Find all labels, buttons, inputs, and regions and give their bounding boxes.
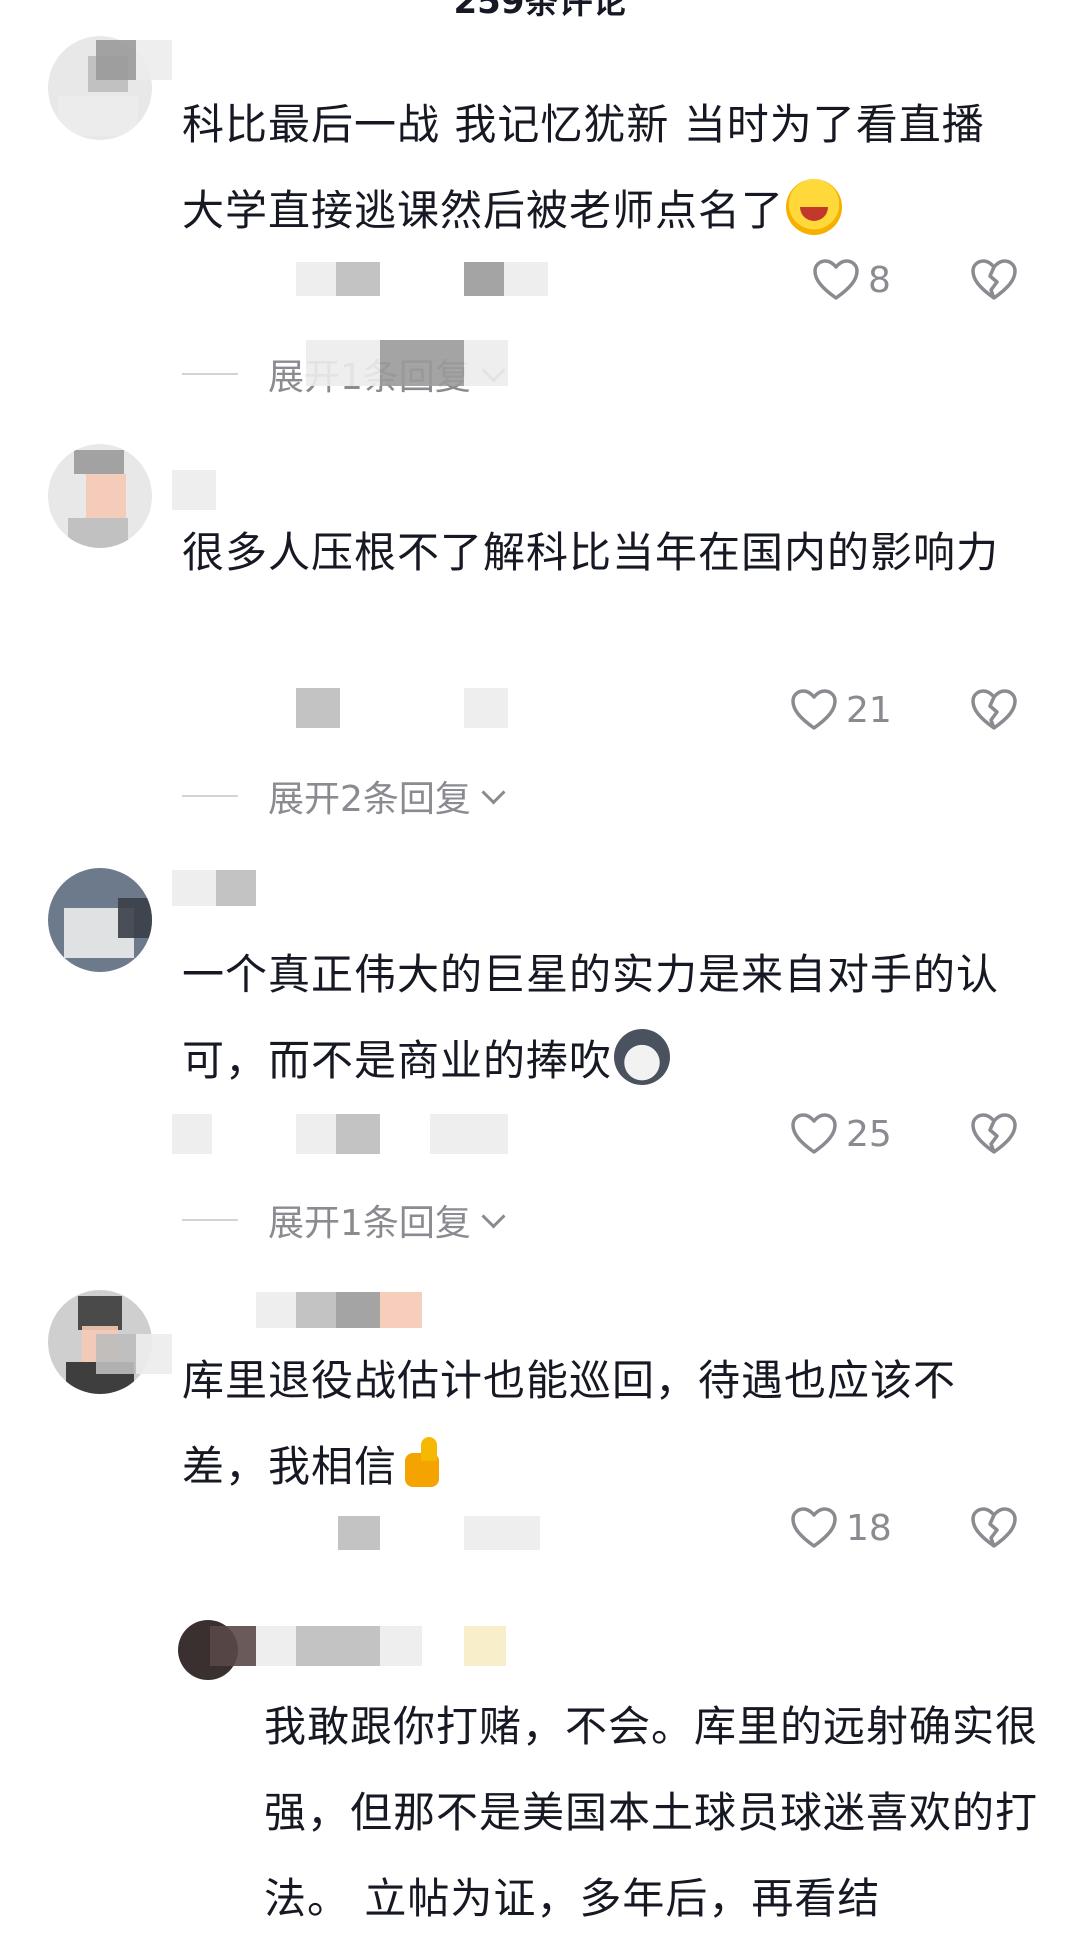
like-button[interactable]: 21 [790, 688, 892, 732]
expand-replies-button[interactable]: 展开1条回复 [182, 1194, 506, 1246]
comment-item: 库里退役战估计也能巡回，待遇也应该不差，我相信 18 我敢跟你打赌，不会。库里的… [0, 1270, 1080, 1936]
expand-label: 展开2条回复 [268, 779, 471, 820]
divider-line [182, 1219, 238, 1221]
expand-label-redacted [380, 340, 464, 386]
timestamp-redacted [336, 262, 380, 296]
comment-item: 一个真正伟大的巨星的实力是来自对手的认可，而不是商业的捧吹 25 展开1条回复 [0, 850, 1080, 1250]
reply-button-redacted[interactable] [464, 688, 508, 728]
like-count: 18 [846, 1507, 892, 1549]
comment-text: 科比最后一战 我记忆犹新 当时为了看直播大学直接逃课然后被老师点名了 [182, 100, 985, 235]
like-count: 25 [846, 1113, 892, 1155]
reply-button-redacted[interactable] [464, 1516, 540, 1550]
comment-item: 科比最后一战 我记忆犹新 当时为了看直播大学直接逃课然后被老师点名了 8 展开1… [0, 0, 1080, 400]
broken-heart-icon[interactable] [970, 1506, 1018, 1550]
expand-replies-button[interactable]: 展开2条回复 [182, 770, 506, 822]
husky-emoji [614, 1029, 671, 1085]
reply-text: 我敢跟你打赌，不会。库里的远射确实很强，但那不是美国本土球员球迷喜欢的打法。 立… [264, 1702, 1039, 1923]
broken-heart-icon[interactable] [970, 688, 1018, 732]
broken-heart-icon[interactable] [970, 258, 1018, 302]
username-redacted [96, 1334, 136, 1374]
heart-outline-icon [813, 259, 859, 300]
chevron-down-icon [481, 779, 506, 805]
username-redacted [172, 870, 216, 906]
heart-outline-icon [791, 689, 837, 730]
username-redacted [96, 40, 136, 80]
reply-button-redacted[interactable] [464, 262, 504, 296]
comment-text: 库里退役战估计也能巡回，待遇也应该不差，我相信 [182, 1356, 957, 1491]
reply-button-redacted[interactable] [430, 1114, 508, 1154]
badge-redacted [380, 1292, 422, 1328]
like-button[interactable]: 25 [790, 1112, 892, 1156]
reply-badge-redacted [464, 1626, 506, 1666]
expand-label: 展开1条回复 [268, 1203, 471, 1244]
thumbs-up-emoji [399, 1435, 455, 1491]
username-redacted [216, 870, 256, 906]
username-redacted [336, 1292, 380, 1328]
expand-label-redacted [464, 340, 508, 386]
reply-username-redacted [256, 1626, 296, 1666]
timestamp-redacted [338, 1516, 380, 1550]
reply-username-redacted [380, 1626, 422, 1666]
avatar[interactable] [48, 868, 152, 972]
like-count: 21 [846, 689, 892, 731]
expand-label-redacted [306, 340, 380, 386]
username-redacted [172, 470, 216, 510]
comment-text: 很多人压根不了解科比当年在国内的影响力 [182, 528, 1000, 577]
like-button[interactable]: 18 [790, 1506, 892, 1550]
username-redacted [256, 1292, 296, 1328]
comment-text: 一个真正伟大的巨星的实力是来自对手的认可，而不是商业的捧吹 [182, 950, 1000, 1085]
timestamp-redacted [296, 688, 340, 728]
heart-outline-icon [791, 1113, 837, 1154]
reply-button-redacted[interactable] [504, 262, 548, 296]
laughing-tears-emoji [786, 179, 843, 235]
username-redacted [136, 40, 172, 80]
like-button[interactable]: 8 [812, 258, 891, 302]
username-redacted [296, 1292, 336, 1328]
reply-username-redacted [296, 1626, 336, 1666]
timestamp-redacted [296, 1114, 336, 1154]
timestamp-redacted [296, 262, 336, 296]
username-redacted [136, 1334, 172, 1374]
chevron-down-icon [481, 1203, 506, 1229]
avatar[interactable] [48, 444, 152, 548]
comment-item: 很多人压根不了解科比当年在国内的影响力 21 展开2条回复 [0, 430, 1080, 830]
divider-line [182, 373, 238, 375]
reply-username-redacted [336, 1626, 380, 1666]
timestamp-redacted [336, 1114, 380, 1154]
timestamp-redacted [172, 1114, 212, 1154]
like-count: 8 [868, 259, 891, 301]
broken-heart-icon[interactable] [970, 1112, 1018, 1156]
heart-outline-icon [791, 1507, 837, 1548]
reply-username-redacted [210, 1626, 256, 1666]
divider-line [182, 795, 238, 797]
